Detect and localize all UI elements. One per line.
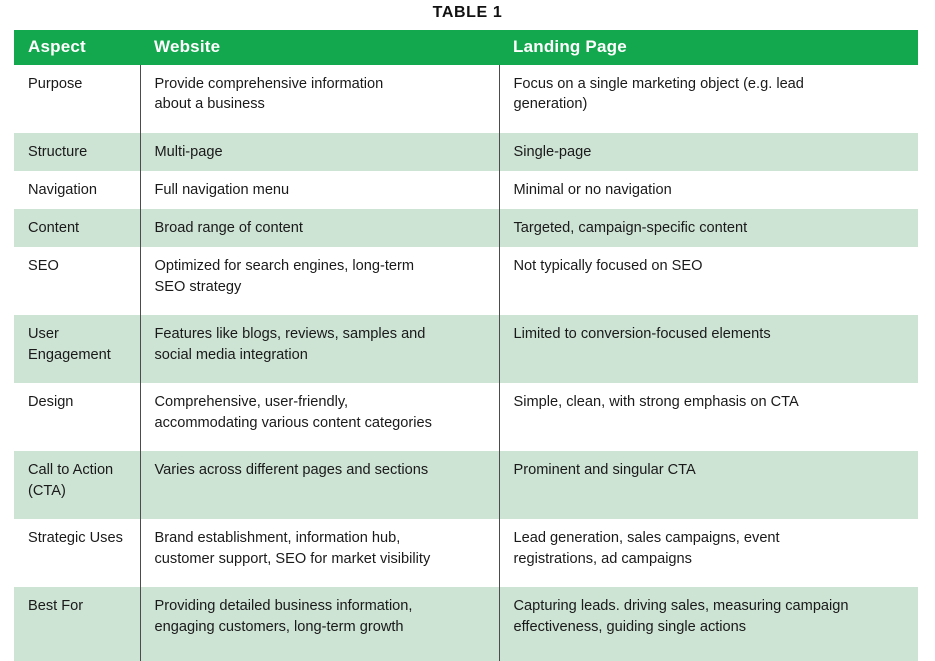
cell-website: Features like blogs, reviews, samples an… xyxy=(154,326,426,363)
cell-website: Broad range of content xyxy=(154,220,303,237)
cell-landing-page: Prominent and singular CTA xyxy=(513,462,696,479)
cell-aspect: Design xyxy=(28,394,74,411)
row-label-strategic-uses: Strategic Uses xyxy=(14,519,140,588)
table-row: Call to Action (CTA) Varies across diffe… xyxy=(14,451,918,520)
row-label-design: Design xyxy=(14,383,140,452)
cell-landing-page: Minimal or no navigation xyxy=(513,182,672,199)
cell-website-content: Broad range of content xyxy=(139,209,499,248)
row-label-seo: SEO xyxy=(14,247,140,316)
cell-landing-page: Not typically focused on SEO xyxy=(513,258,703,275)
row-label-content: Content xyxy=(14,209,140,248)
cell-landing-navigation: Minimal or no navigation xyxy=(498,171,918,210)
cell-website-design: Comprehensive, user-friendly, accommodat… xyxy=(139,383,499,452)
cell-landing-call-to-action: Prominent and singular CTA xyxy=(498,451,918,520)
cell-landing-structure: Single-page xyxy=(498,133,918,172)
cell-landing-page: Focus on a single marketing object (e.g.… xyxy=(513,76,804,113)
cell-website-navigation: Full navigation menu xyxy=(139,171,499,210)
table-page: TABLE 1 Aspect Website Landing Page Purp… xyxy=(0,0,935,661)
cell-website: Multi-page xyxy=(154,144,223,160)
table-row: SEO Optimized for search engines, long-t… xyxy=(14,247,918,316)
cell-aspect: Content xyxy=(28,220,80,237)
column-header-website: Website xyxy=(140,30,499,65)
table-row: Design Comprehensive, user-friendly, acc… xyxy=(14,383,918,452)
cell-landing-seo: Not typically focused on SEO xyxy=(498,247,918,316)
row-label-user-engagement: User Engagement xyxy=(14,315,140,384)
cell-website: Provide comprehensive information about … xyxy=(154,76,384,113)
cell-website: Full navigation menu xyxy=(154,182,290,199)
row-label-navigation: Navigation xyxy=(14,171,140,210)
table-header: Aspect Website Landing Page xyxy=(14,30,918,65)
cell-landing-page: Single-page xyxy=(513,144,592,160)
cell-website-purpose: Provide comprehensive information about … xyxy=(139,65,499,133)
cell-landing-content: Targeted, campaign-specific content xyxy=(498,209,918,248)
cell-website: Optimized for search engines, long-term … xyxy=(154,258,415,295)
cell-website-best-for: Providing detailed business information,… xyxy=(139,587,499,661)
cell-landing-page: Lead generation, sales campaigns, event … xyxy=(513,530,780,567)
cell-website: Providing detailed business information,… xyxy=(154,598,413,635)
cell-landing-purpose: Focus on a single marketing object (e.g.… xyxy=(498,65,918,133)
table-caption: TABLE 1 xyxy=(432,4,503,21)
table-header-row: Aspect Website Landing Page xyxy=(14,30,918,65)
cell-landing-page: Targeted, campaign-specific content xyxy=(513,220,748,237)
cell-landing-design: Simple, clean, with strong emphasis on C… xyxy=(498,383,918,452)
cell-aspect: Purpose xyxy=(28,76,83,92)
cell-website-user-engagement: Features like blogs, reviews, samples an… xyxy=(139,315,499,384)
table-row: User Engagement Features like blogs, rev… xyxy=(14,315,918,384)
cell-website-structure: Multi-page xyxy=(139,133,499,172)
cell-landing-user-engagement: Limited to conversion-focused elements xyxy=(498,315,918,384)
row-label-call-to-action: Call to Action (CTA) xyxy=(14,451,140,520)
table-row: Purpose Provide comprehensive informatio… xyxy=(14,65,918,133)
table-row: Strategic Uses Brand establishment, info… xyxy=(14,519,918,588)
cell-website: Varies across different pages and sectio… xyxy=(154,462,429,479)
table-row: Navigation Full navigation menu Minimal … xyxy=(14,171,918,210)
cell-aspect: Strategic Uses xyxy=(28,530,123,547)
cell-landing-page: Capturing leads. driving sales, measurin… xyxy=(513,598,849,635)
cell-aspect: SEO xyxy=(28,258,59,275)
cell-aspect: Structure xyxy=(28,144,88,160)
cell-aspect: Navigation xyxy=(28,182,97,199)
cell-website-call-to-action: Varies across different pages and sectio… xyxy=(139,451,499,520)
cell-aspect: User Engagement xyxy=(28,326,111,363)
table-row: Best For Providing detailed business inf… xyxy=(14,587,918,661)
row-label-structure: Structure xyxy=(14,133,140,172)
cell-landing-page: Limited to conversion-focused elements xyxy=(513,326,771,343)
table-row: Content Broad range of content Targeted,… xyxy=(14,209,918,248)
cell-landing-strategic-uses: Lead generation, sales campaigns, event … xyxy=(498,519,918,588)
cell-website: Comprehensive, user-friendly, accommodat… xyxy=(154,394,432,431)
row-label-purpose: Purpose xyxy=(14,65,140,133)
comparison-table: Aspect Website Landing Page Purpose Prov… xyxy=(14,30,918,661)
cell-landing-page: Simple, clean, with strong emphasis on C… xyxy=(513,394,799,411)
cell-landing-best-for: Capturing leads. driving sales, measurin… xyxy=(498,587,918,661)
comparison-table-container: Aspect Website Landing Page Purpose Prov… xyxy=(14,30,918,661)
cell-aspect: Best For xyxy=(28,598,84,615)
cell-website: Brand establishment, information hub, cu… xyxy=(154,530,431,567)
cell-website-strategic-uses: Brand establishment, information hub, cu… xyxy=(139,519,499,588)
column-header-landing-page: Landing Page xyxy=(499,30,918,65)
cell-website-seo: Optimized for search engines, long-term … xyxy=(139,247,499,316)
table-body: Purpose Provide comprehensive informatio… xyxy=(14,65,918,661)
row-label-best-for: Best For xyxy=(14,587,140,661)
table-row: Structure Multi-page Single-page xyxy=(14,133,918,172)
cell-aspect: Call to Action (CTA) xyxy=(28,462,114,499)
column-header-aspect: Aspect xyxy=(14,30,140,65)
